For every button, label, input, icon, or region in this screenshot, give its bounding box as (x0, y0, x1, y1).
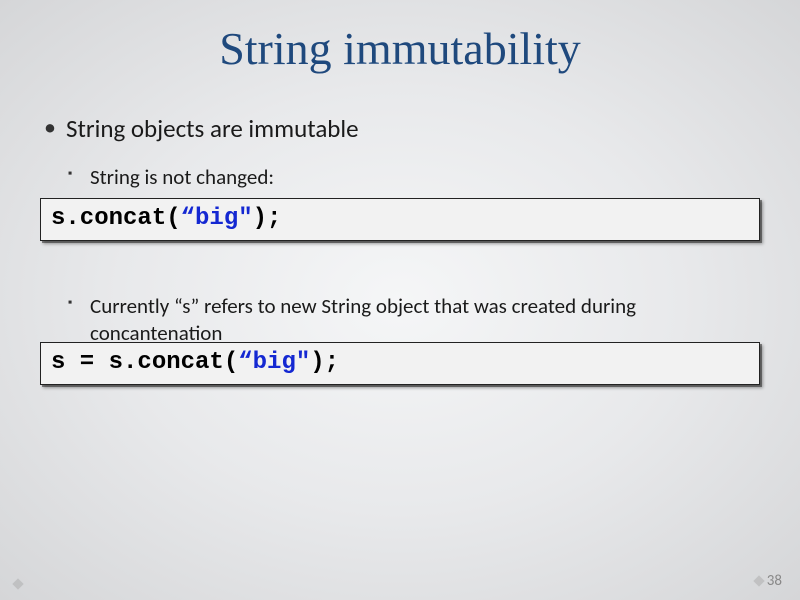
block-2: Currently “s” refers to new String objec… (40, 293, 760, 385)
decoration-icon (12, 578, 23, 589)
slide: String immutability String objects are i… (0, 0, 800, 600)
block-1: String is not changed: s.concat(“big"); (40, 164, 760, 241)
bullet-level2: Currently “s” refers to new String objec… (62, 293, 742, 346)
slide-title: String immutability (0, 0, 800, 85)
bullet-level2: String is not changed: (62, 164, 760, 190)
code-box-1: s.concat(“big"); (40, 198, 760, 241)
code-text: ); (310, 349, 339, 376)
code-string-literal: “big" (181, 205, 253, 232)
code-string-literal: “big" (238, 349, 310, 376)
code-text: s = s.concat( (51, 349, 238, 376)
code-box-2: s = s.concat(“big"); (40, 342, 760, 385)
slide-content: String objects are immutable String is n… (0, 85, 800, 385)
bullet-level1: String objects are immutable (40, 113, 760, 144)
page-number: 38 (755, 572, 782, 590)
code-text: ); (253, 205, 282, 232)
code-text: s.concat( (51, 205, 181, 232)
